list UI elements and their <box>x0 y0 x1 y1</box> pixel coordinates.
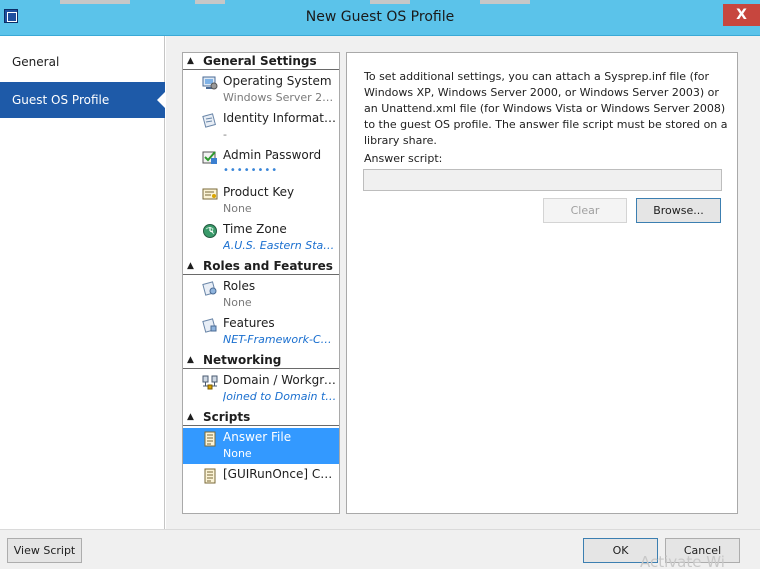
window-title: New Guest OS Profile <box>305 9 455 25</box>
section-header-general-settings[interactable]: General Settings <box>183 53 339 70</box>
nav-item-guest-os-profile[interactable]: Guest OS Profile <box>0 82 165 118</box>
domain-icon <box>202 374 218 390</box>
background-toolbar-strip <box>60 0 130 4</box>
settings-item-domain-workgroup[interactable]: Domain / Workgro... Joined to Domain tim… <box>183 371 339 407</box>
settings-item-label: Answer File <box>223 430 292 444</box>
settings-item-value: Windows Server 201... <box>223 91 337 104</box>
view-script-button[interactable]: View Script <box>7 538 82 563</box>
browse-button[interactable]: Browse... <box>636 198 721 223</box>
roles-icon <box>202 280 218 296</box>
settings-item-label: Product Key <box>223 185 295 199</box>
settings-item-operating-system[interactable]: Operating System Windows Server 201... <box>183 72 339 108</box>
nav-item-general[interactable]: General <box>0 44 165 80</box>
settings-item-value: None <box>223 296 252 309</box>
settings-item-product-key[interactable]: Product Key None <box>183 183 339 219</box>
settings-item-label: Domain / Workgro... <box>223 373 337 387</box>
settings-item-value: •••••••• <box>223 165 279 176</box>
settings-item-value: NET-Framework-Core <box>223 333 337 346</box>
settings-item-identity-information[interactable]: Identity Information - <box>183 109 339 145</box>
settings-item-gui-run-once[interactable]: [GUIRunOnce] Co... <box>183 465 339 501</box>
activation-watermark: Activate Wi <box>640 553 725 569</box>
settings-item-answer-file[interactable]: Answer File None <box>183 428 339 464</box>
answer-script-label: Answer script: <box>364 152 443 165</box>
background-toolbar-strip <box>370 0 410 4</box>
time-zone-icon <box>202 223 218 239</box>
settings-item-value: - <box>223 128 227 141</box>
settings-item-value: None <box>223 202 252 215</box>
product-key-icon <box>202 186 218 202</box>
identity-icon <box>202 112 218 128</box>
clear-button[interactable]: Clear <box>543 198 627 223</box>
left-navigation: General Guest OS Profile <box>0 36 165 529</box>
settings-item-roles[interactable]: Roles None <box>183 277 339 313</box>
answer-file-description: To set additional settings, you can atta… <box>364 70 728 147</box>
gui-run-once-icon <box>202 468 218 484</box>
section-header-roles-and-features[interactable]: Roles and Features <box>183 258 339 275</box>
settings-item-label: Features <box>223 316 275 330</box>
section-header-networking[interactable]: Networking <box>183 352 339 369</box>
operating-system-icon <box>202 75 218 91</box>
settings-item-label: Identity Information <box>223 111 337 125</box>
answer-file-icon <box>202 431 218 447</box>
settings-item-value: A.U.S. Eastern Stan... <box>223 239 337 252</box>
section-header-scripts[interactable]: Scripts <box>183 409 339 426</box>
settings-item-value: Joined to Domain tim... <box>223 390 337 403</box>
settings-item-label: Time Zone <box>223 222 287 236</box>
title-bar: New Guest OS Profile X <box>0 0 760 36</box>
settings-item-label: Operating System <box>223 74 332 88</box>
settings-item-label: Roles <box>223 279 256 293</box>
settings-item-label: Admin Password <box>223 148 322 162</box>
settings-item-features[interactable]: Features NET-Framework-Core <box>183 314 339 350</box>
settings-item-label: [GUIRunOnce] Co... <box>223 467 337 481</box>
answer-script-input[interactable] <box>363 169 722 191</box>
settings-list: General Settings Operating System Window… <box>182 52 340 514</box>
background-toolbar-strip <box>195 0 225 4</box>
features-icon <box>202 317 218 333</box>
details-panel: To set additional settings, you can atta… <box>346 52 738 514</box>
background-toolbar-strip <box>480 0 530 4</box>
settings-item-time-zone[interactable]: Time Zone A.U.S. Eastern Stan... <box>183 220 339 256</box>
close-button[interactable]: X <box>723 4 760 26</box>
settings-item-admin-password[interactable]: Admin Password •••••••• <box>183 146 339 182</box>
admin-password-icon <box>202 149 218 165</box>
settings-item-value: None <box>223 447 252 460</box>
